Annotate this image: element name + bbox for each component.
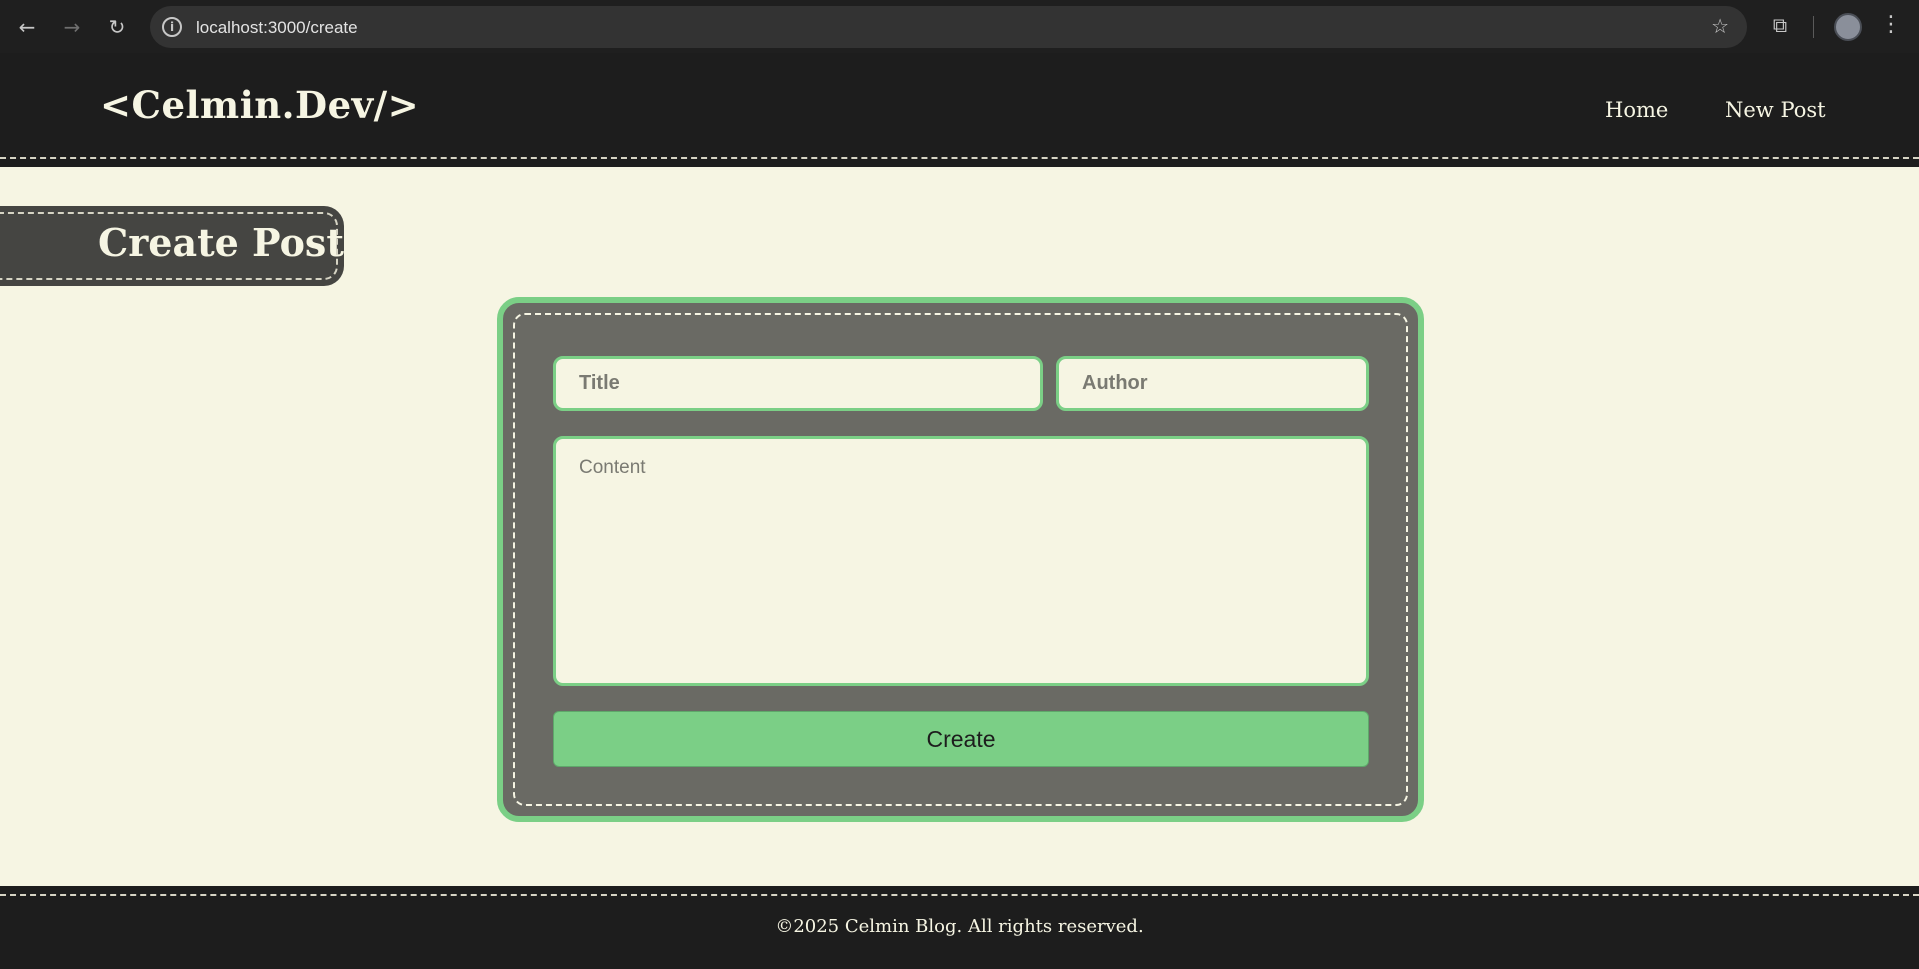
copyright-text: ©2025 Celmin Blog. All rights reserved. xyxy=(775,916,1144,937)
page-heading-tab: Create Post xyxy=(0,206,344,286)
toolbar-divider xyxy=(1813,16,1814,38)
site-footer: ©2025 Celmin Blog. All rights reserved. xyxy=(0,886,1919,969)
reload-icon[interactable]: ↻ xyxy=(102,12,132,42)
browser-toolbar: ← → ↻ i localhost:3000/create ☆ ⧉ ⋮ xyxy=(0,0,1919,53)
author-input[interactable] xyxy=(1056,356,1369,411)
create-post-form: Create xyxy=(497,297,1424,822)
nav-new-post-link[interactable]: New Post xyxy=(1725,98,1826,122)
title-input[interactable] xyxy=(553,356,1043,411)
site-logo[interactable]: <Celmin.Dev/> xyxy=(100,83,419,127)
profile-avatar[interactable] xyxy=(1834,13,1862,41)
nav-home-link[interactable]: Home xyxy=(1605,98,1668,122)
page-title: Create Post xyxy=(98,220,344,265)
address-bar[interactable]: i localhost:3000/create ☆ xyxy=(150,6,1747,48)
browser-menu-icon[interactable]: ⋮ xyxy=(1880,12,1902,37)
create-button[interactable]: Create xyxy=(553,711,1369,767)
extensions-icon[interactable]: ⧉ xyxy=(1767,13,1793,39)
site-info-icon[interactable]: i xyxy=(162,17,182,37)
bookmark-star-icon[interactable]: ☆ xyxy=(1711,14,1729,38)
back-icon[interactable]: ← xyxy=(12,12,42,42)
site-header: <Celmin.Dev/> Home New Post xyxy=(0,53,1919,167)
address-url[interactable]: localhost:3000/create xyxy=(196,18,358,38)
content-textarea[interactable] xyxy=(553,436,1369,686)
forward-icon[interactable]: → xyxy=(57,12,87,42)
